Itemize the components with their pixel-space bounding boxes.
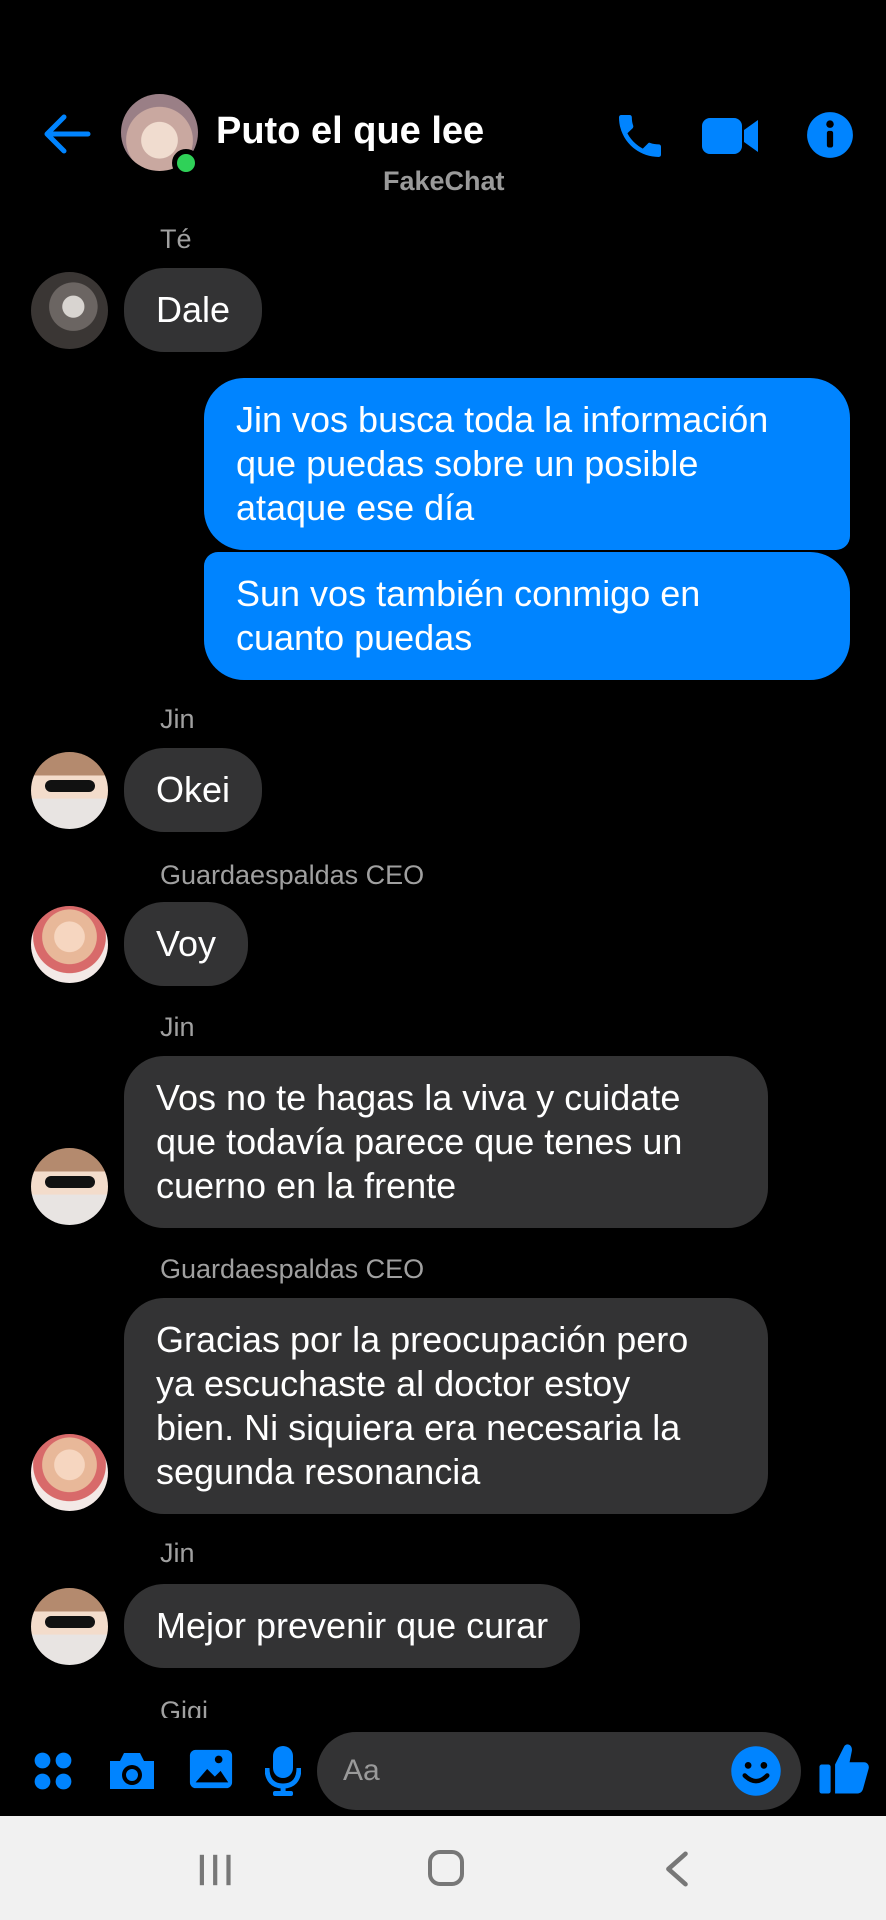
message-bubble-outgoing[interactable]: Sun vos también conmigo en cuanto puedas [204,552,850,680]
camera-icon[interactable] [106,1748,158,1794]
message-bubble[interactable]: Vos no te hagas la viva y cuidate que to… [124,1056,768,1228]
message-bubble[interactable]: Okei [124,748,263,832]
sender-avatar[interactable] [31,1434,108,1511]
message-bubble[interactable]: Voy [124,902,249,986]
phone-icon[interactable] [612,108,668,164]
system-navigation-bar [0,1816,886,1920]
sender-avatar[interactable] [31,1148,108,1225]
sender-avatar[interactable] [31,272,108,349]
sender-avatar[interactable] [31,906,108,983]
sender-name: Jin [160,1012,195,1042]
message-bubble[interactable]: Mejor prevenir que curar [124,1584,581,1668]
sender-avatar[interactable] [31,752,108,829]
sender-name: Guardaespaldas CEO [160,1254,425,1284]
online-status-dot [172,149,200,177]
video-camera-icon[interactable] [700,112,760,160]
message-bubble[interactable]: Gracias por la preocupación pero ya escu… [124,1298,768,1514]
home-icon[interactable] [426,1848,466,1888]
back-arrow-icon[interactable] [40,108,92,160]
sender-name: Té [160,224,192,254]
sender-name: Jin [160,704,195,734]
message-input-container[interactable] [317,1732,801,1810]
chat-title[interactable]: Puto el que lee [216,110,484,153]
message-composer [0,1720,886,1820]
back-icon[interactable] [662,1850,690,1888]
message-bubble-outgoing[interactable]: Jin vos busca toda la información que pu… [204,378,850,550]
sender-name: Jin [160,1538,195,1568]
microphone-icon[interactable] [265,1744,301,1796]
chat-subtitle: FakeChat [383,166,505,196]
chat-header: Puto el que lee FakeChat [0,0,886,210]
apps-grid-icon[interactable] [32,1750,74,1792]
thumbs-up-icon[interactable] [817,1740,871,1798]
sender-name: Gigi [160,1696,209,1718]
message-input[interactable] [343,1732,713,1810]
message-bubble[interactable]: Dale [124,268,263,352]
recent-apps-icon[interactable] [196,1852,234,1888]
image-icon[interactable] [188,1746,234,1792]
info-icon[interactable] [805,110,855,160]
sender-name: Guardaespaldas CEO [160,860,425,890]
emoji-icon[interactable] [729,1744,783,1798]
sender-avatar[interactable] [31,1588,108,1665]
